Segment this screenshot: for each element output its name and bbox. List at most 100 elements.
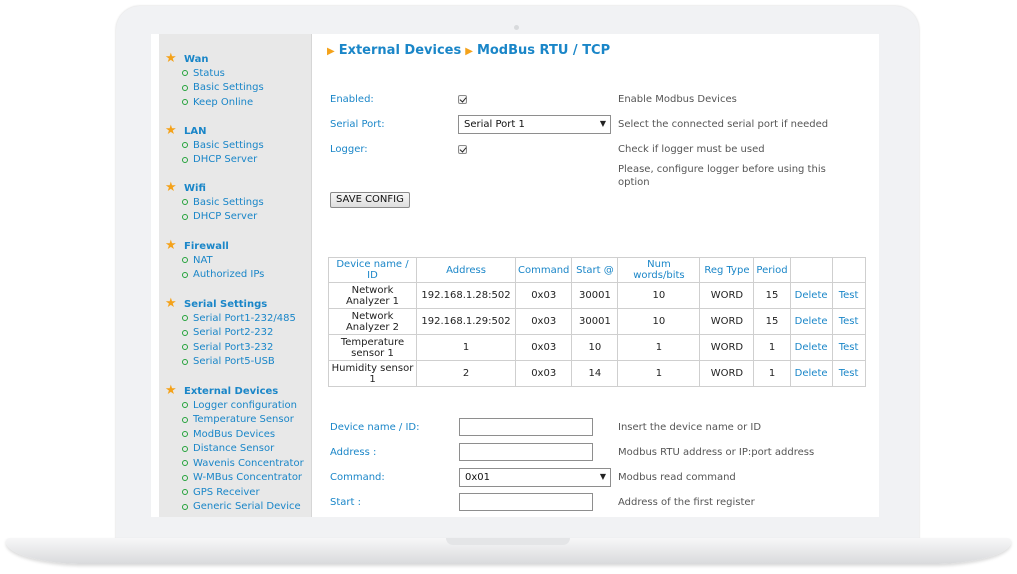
sidebar-item-serial-port3[interactable]: Serial Port3-232 [182,340,311,355]
bullet-icon [182,70,188,77]
sidebar-item-temperature-sensor[interactable]: Temperature Sensor [182,413,311,428]
address-input[interactable] [459,443,593,461]
screen: ★ Wan Status Basic Settings Keep Online … [151,34,879,517]
cell-address: 1 [416,334,516,361]
device-name-input[interactable] [459,418,593,436]
start-input[interactable] [459,493,593,511]
bullet-icon [182,84,188,91]
sidebar-item-label: Serial Port2-232 [193,327,274,339]
sidebar-item-label: W-MBus Concentrator [193,472,303,484]
bullet-icon [182,474,188,481]
column-header-test [831,257,866,283]
sidebar-item-wifi-dhcp-server[interactable]: DHCP Server [182,210,311,225]
sidebar-item-wifi-basic-settings[interactable]: Basic Settings [182,195,311,210]
sidebar-section-header[interactable]: ★ Firewall [159,239,311,253]
delete-link[interactable]: Delete [789,282,833,309]
sidebar-item-wan-basic-settings[interactable]: Basic Settings [182,81,311,96]
table-header-row: Device name / ID Address Command Start @… [328,257,866,283]
address-label: Address : [330,447,377,458]
command-help: Modbus read command [618,472,736,483]
save-config-button[interactable]: SAVE CONFIG [330,192,410,208]
bullet-icon [182,445,188,452]
star-icon: ★ [165,180,177,195]
sidebar-item-wavenis-concentrator[interactable]: Wavenis Concentrator [182,456,311,471]
sidebar-item-lan-basic-settings[interactable]: Basic Settings [182,138,311,153]
sidebar-item-authorized-ips[interactable]: Authorized IPs [182,268,311,283]
device-name-label: Device name / ID: [330,422,420,433]
delete-link[interactable]: Delete [789,334,833,361]
sidebar-item-label: DHCP Server [193,211,258,223]
serial-port-value: Serial Port 1 [464,119,525,130]
command-value: 0x01 [465,472,491,483]
table-row: Network Analyzer 1 192.168.1.28:502 0x03… [328,282,866,309]
sidebar-section-header[interactable]: ★ Serial Settings [159,297,311,311]
triangle-right-icon: ▶ [327,46,335,57]
sidebar-item-keep-online[interactable]: Keep Online [182,95,311,110]
logger-help: Check if logger must be used [618,144,765,155]
sidebar-item-label: Temperature Sensor [193,414,294,426]
cell-command: 0x03 [514,308,573,335]
cell-address: 192.168.1.29:502 [416,308,516,335]
address-help: Modbus RTU address or IP:port address [618,447,815,458]
bullet-icon [182,271,188,278]
sidebar-item-serial-port2[interactable]: Serial Port2-232 [182,326,311,341]
bullet-icon [182,431,188,438]
bullet-icon [182,416,188,423]
cell-period: 1 [753,334,791,361]
bullet-icon [182,329,188,336]
sidebar-section-header[interactable]: ★ Wifi [159,180,311,195]
cell-start: 30001 [571,308,619,335]
star-icon: ★ [165,383,177,398]
sidebar-item-label: Wavenis Concentrator [193,457,304,469]
test-link[interactable]: Test [831,360,866,387]
cell-device: Network Analyzer 1 [328,282,417,309]
sidebar-section-header[interactable]: ★ Wan [159,51,311,66]
bullet-icon [182,156,188,163]
test-link[interactable]: Test [831,334,866,361]
column-header: Command [514,257,573,283]
bullet-icon [182,460,188,467]
sidebar-item-status[interactable]: Status [182,66,311,81]
bullet-icon [182,257,188,264]
breadcrumb-external-devices[interactable]: External Devices [339,43,462,58]
sidebar-item-generic-serial-device[interactable]: Generic Serial Device [182,500,311,515]
cell-device: Humidity sensor 1 [328,360,417,387]
sidebar-item-label: Serial Port3-232 [193,341,274,353]
column-header: Device name / ID [328,257,417,283]
sidebar-item-serial-port5[interactable]: Serial Port5-USB [182,355,311,370]
sidebar-item-modbus-devices[interactable]: ModBus Devices [182,427,311,442]
test-link[interactable]: Test [831,308,866,335]
delete-link[interactable]: Delete [789,360,833,387]
cell-device: Temperature sensor 1 [328,334,417,361]
sidebar-item-logger-configuration[interactable]: Logger configuration [182,398,311,413]
command-label: Command: [330,472,385,483]
column-header: Start @ [571,257,619,283]
cell-address: 192.168.1.28:502 [416,282,516,309]
sidebar-item-label: NAT [193,254,213,266]
logger-checkbox[interactable] [458,145,467,154]
column-header: Reg Type [699,257,755,283]
sidebar-item-wmbus-concentrator[interactable]: W-MBus Concentrator [182,471,311,486]
sidebar-section-header[interactable]: ★ External Devices [159,383,311,398]
sidebar-section-wifi: ★ Wifi Basic Settings DHCP Server [159,180,311,225]
sidebar-item-label: Authorized IPs [193,269,265,281]
sidebar-item-nat[interactable]: NAT [182,253,311,268]
sidebar-item-lan-dhcp-server[interactable]: DHCP Server [182,153,311,168]
column-header: Num words/bits [617,257,701,283]
sidebar-section-header[interactable]: ★ LAN [159,124,311,138]
sidebar-item-gps-receiver[interactable]: GPS Receiver [182,485,311,500]
delete-link[interactable]: Delete [789,308,833,335]
start-help: Address of the first register [618,497,755,508]
cell-regtype: WORD [699,282,755,309]
test-link[interactable]: Test [831,282,866,309]
command-select[interactable]: 0x01 ▼ [459,468,611,487]
sidebar-section-title: Wifi [184,182,206,194]
enabled-checkbox[interactable] [458,95,467,104]
cell-period: 15 [753,308,791,335]
serial-port-select[interactable]: Serial Port 1 ▼ [458,115,611,134]
sidebar-item-distance-sensor[interactable]: Distance Sensor [182,442,311,457]
cell-address: 2 [416,360,516,387]
sidebar-item-serial-port1[interactable]: Serial Port1-232/485 [182,311,311,326]
star-icon: ★ [165,51,177,66]
cell-regtype: WORD [699,334,755,361]
